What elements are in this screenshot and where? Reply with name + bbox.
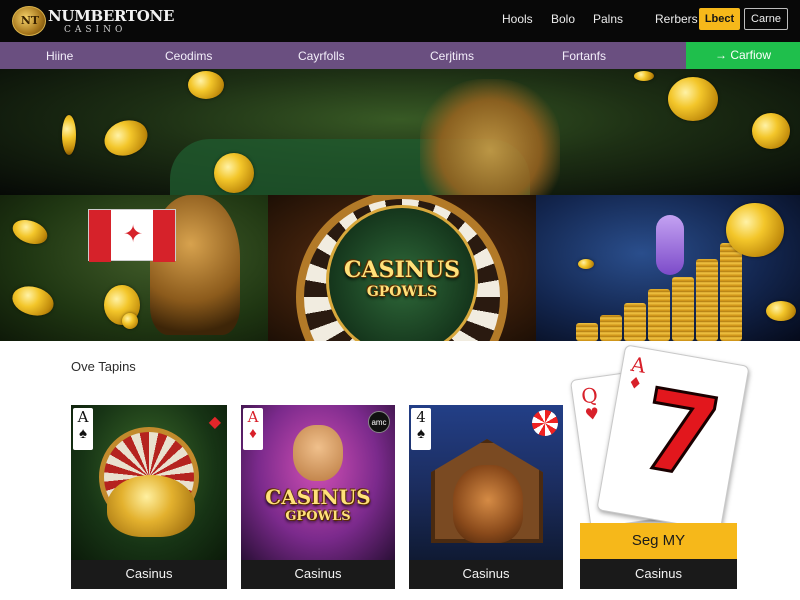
nav-cta-button[interactable]: → Carfiow — [686, 42, 800, 69]
mascot-image — [656, 215, 684, 275]
topnav-link-2[interactable]: Bolo — [551, 12, 575, 26]
gold-hat-image — [107, 475, 195, 537]
hero-banner[interactable] — [0, 69, 800, 195]
logo-name: NUMBERTONE — [48, 7, 175, 25]
casinus-logo-line2: GPOWLS — [366, 284, 438, 300]
promo-banner-canada[interactable]: ✦ — [0, 195, 268, 341]
gold-coin-icon — [99, 114, 153, 162]
gold-coin-icon — [214, 153, 254, 193]
game-card-art: A ♠ ◆ — [71, 405, 227, 560]
game-card[interactable]: 4 ♠ Casinus — [409, 405, 563, 589]
top-header: NT NUMBERTONE CASINO Hools Bolo Palns Re… — [0, 0, 800, 42]
topnav-link-4[interactable]: Rerbers — [655, 12, 698, 26]
playing-card-corner: A ♦ — [243, 408, 263, 450]
topnav-link-1[interactable]: Hools — [502, 12, 533, 26]
main-navigation: Hiine Ceodims Cayrfolls Cerjtims Fortanf… — [0, 42, 800, 69]
logo-badge-text: NT — [20, 14, 40, 27]
mainnav-item-2[interactable]: Ceodims — [165, 49, 212, 63]
logo-badge-icon: NT — [12, 6, 46, 36]
spade-icon: ♠ — [417, 425, 425, 442]
gold-coin-icon — [188, 71, 224, 99]
gold-coin-icon — [726, 203, 784, 257]
section-title: Ove Tapins — [71, 359, 136, 374]
promo-signup-button[interactable]: Seg MY — [580, 523, 737, 559]
game-card[interactable]: A ♠ ◆ Casinus — [71, 405, 227, 589]
heart-icon: ♥ — [583, 403, 601, 425]
site-logo[interactable]: NT NUMBERTONE CASINO — [12, 4, 174, 38]
game-card-art: 4 ♠ — [409, 405, 563, 560]
mainnav-item-3[interactable]: Cayrfolls — [298, 49, 345, 63]
game-card-label: Casinus — [294, 566, 342, 581]
provider-badge: amc — [368, 411, 390, 433]
casino-button[interactable]: Carne — [744, 8, 788, 30]
promo-label: Casinus — [580, 559, 737, 589]
lion-image — [453, 465, 523, 543]
spade-icon: ♠ — [79, 425, 87, 442]
hero-figure-image — [420, 79, 560, 195]
diamond-icon: ♦ — [249, 425, 257, 442]
casinus-logo: CASINUS GPOWLS — [318, 259, 486, 303]
game-card[interactable]: CASINUS GPOWLS A ♦ amc Casinus — [241, 405, 395, 589]
gold-coin-icon — [9, 215, 51, 249]
logo-subtitle: CASINO — [64, 25, 127, 35]
gold-coin-icon — [62, 115, 76, 155]
login-button[interactable]: Lbect — [699, 8, 740, 30]
gold-coin-icon — [752, 113, 790, 149]
gold-coin-icon — [634, 71, 654, 81]
canada-flag-icon: ✦ — [88, 209, 176, 262]
character-image — [293, 425, 343, 481]
game-card-label: Casinus — [462, 566, 510, 581]
playing-card-corner: A ♠ — [73, 408, 93, 450]
promo-banner-coins[interactable] — [536, 195, 800, 341]
gold-coin-icon — [9, 282, 57, 320]
diamond-icon: ◆ — [208, 414, 221, 431]
diamond-icon: ♦ — [626, 372, 644, 394]
promo-playing-cards: Q ♥ A ♦ 7 — [569, 344, 750, 532]
mainnav-item-1[interactable]: Hiine — [46, 49, 73, 63]
mainnav-item-4[interactable]: Cerjtims — [430, 49, 474, 63]
peppermint-icon — [532, 410, 558, 436]
casinus-logo-line1: CASINUS — [344, 257, 460, 283]
playing-card-corner: 4 ♠ — [411, 408, 431, 450]
game-card-label: Casinus — [125, 566, 173, 581]
game-card-art: CASINUS GPOWLS A ♦ amc — [241, 405, 395, 560]
mainnav-item-5[interactable]: Fortanfs — [562, 49, 606, 63]
big-seven: 7 — [630, 363, 731, 505]
gold-coin-icon — [766, 301, 796, 321]
casinus-logo: CASINUS GPOWLS — [265, 485, 371, 524]
gold-coin-icon — [578, 259, 594, 269]
gold-coin-icon — [668, 77, 718, 121]
gold-coin-icon — [122, 313, 138, 329]
promo-banner-casinus[interactable]: CASINUS GPOWLS — [268, 195, 536, 341]
topnav-link-3[interactable]: Palns — [593, 12, 623, 26]
